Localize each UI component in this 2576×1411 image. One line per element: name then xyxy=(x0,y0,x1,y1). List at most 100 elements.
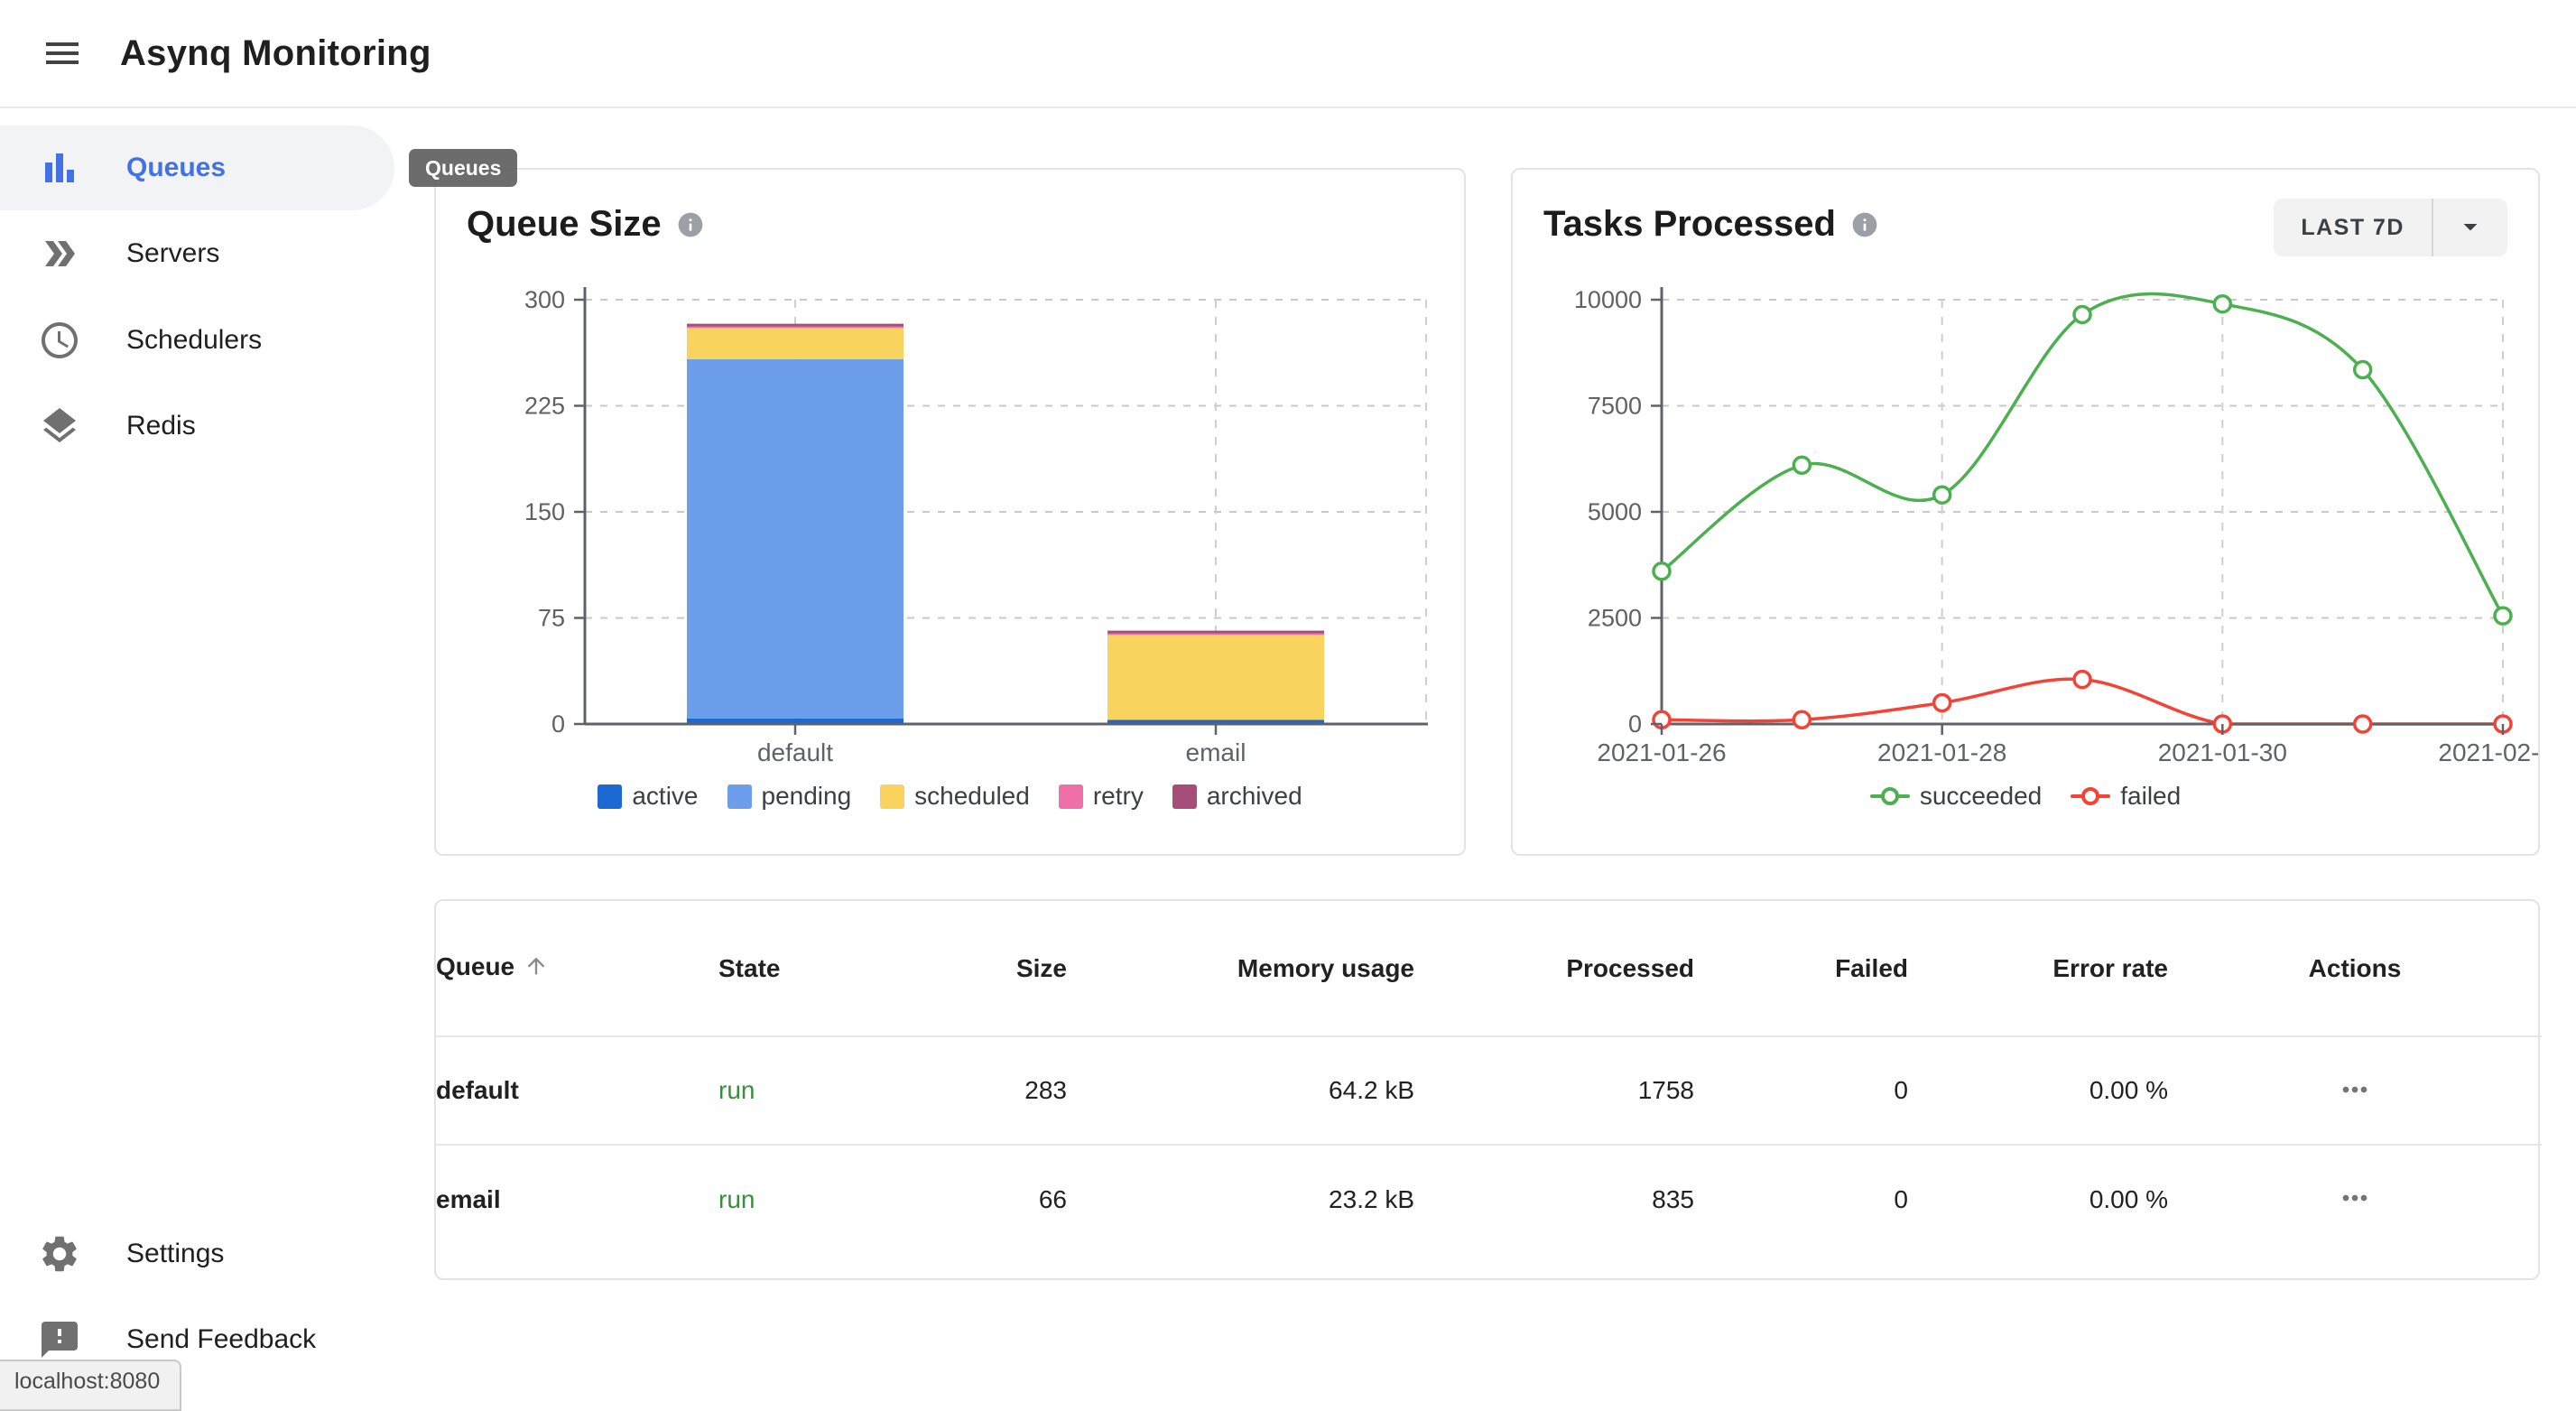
sidebar-item-servers[interactable]: Servers xyxy=(0,211,394,296)
double-arrow-icon xyxy=(38,232,81,275)
legend-label: scheduled xyxy=(914,782,1030,811)
legend-item-retry: retry xyxy=(1059,782,1144,811)
range-dropdown-button[interactable] xyxy=(2433,199,2507,256)
svg-text:150: 150 xyxy=(524,498,565,525)
svg-text:2500: 2500 xyxy=(1588,605,1642,632)
status-bubble: localhost:8080 xyxy=(0,1360,181,1411)
svg-text:7500: 7500 xyxy=(1588,393,1642,420)
app-title: Asynq Monitoring xyxy=(120,33,431,74)
arrow-upward-icon[interactable] xyxy=(524,956,549,984)
queue-size-card: Queue Size default email 0 75 150 225 300 acti… xyxy=(434,168,1466,856)
range-selector: LAST 7D xyxy=(2274,199,2507,256)
svg-text:0: 0 xyxy=(1628,710,1642,738)
tasks-processed-chart: 0250050007500100002021-01-262021-01-2820… xyxy=(1513,170,2538,854)
column-header-memory[interactable]: Memory usage xyxy=(1067,901,1414,1036)
row-actions-button[interactable] xyxy=(2333,1176,2377,1222)
queue-size-title: Queue Size xyxy=(467,204,662,245)
legend-line-swatch xyxy=(1870,786,1910,806)
legend-item-failed: failed xyxy=(2071,782,2181,811)
column-header-queue[interactable]: Queue xyxy=(436,901,718,1036)
failed-value: 0 xyxy=(1694,1036,1908,1145)
legend-label: succeeded xyxy=(1920,782,2042,811)
legend-swatch xyxy=(1172,784,1197,809)
column-header-processed[interactable]: Processed xyxy=(1414,901,1694,1036)
legend-item-active: active xyxy=(598,782,698,811)
error-rate-value: 0.00 % xyxy=(1908,1145,2168,1253)
legend-swatch xyxy=(880,784,904,809)
legend-swatch xyxy=(1059,784,1083,809)
row-actions-button[interactable] xyxy=(2333,1068,2377,1114)
failed-value: 0 xyxy=(1694,1145,1908,1253)
layers-icon xyxy=(38,404,81,448)
svg-text:2021-01-30: 2021-01-30 xyxy=(2158,738,2287,766)
column-header-actions: Actions xyxy=(2168,901,2542,1036)
queue-link[interactable]: default xyxy=(436,1076,519,1104)
legend-label: active xyxy=(632,782,698,811)
legend-line-swatch xyxy=(2071,786,2110,806)
legend-swatch xyxy=(598,784,622,809)
queue-size-chart: default email 0 75 150 225 300 xyxy=(436,170,1464,854)
queue-size-legend: active pending scheduled retry archived xyxy=(436,782,1464,811)
svg-text:75: 75 xyxy=(538,605,565,632)
sidebar-item-redis[interactable]: Redis xyxy=(0,384,394,469)
svg-text:0: 0 xyxy=(551,710,565,738)
legend-item-scheduled: scheduled xyxy=(880,782,1030,811)
info-icon[interactable] xyxy=(676,210,705,239)
legend-label: failed xyxy=(2120,782,2181,811)
sidebar-item-schedulers[interactable]: Schedulers xyxy=(0,298,394,383)
state-badge: run xyxy=(718,1076,755,1104)
svg-text:225: 225 xyxy=(524,393,565,420)
menu-button[interactable] xyxy=(41,32,84,75)
more-horiz-icon xyxy=(2337,1097,2373,1110)
legend-label: retry xyxy=(1093,782,1144,811)
sidebar-item-label: Redis xyxy=(126,411,196,441)
app-bar: Asynq Monitoring xyxy=(0,0,2576,108)
legend-item-archived: archived xyxy=(1172,782,1302,811)
column-header-state[interactable]: State xyxy=(718,901,908,1036)
svg-text:default: default xyxy=(757,738,833,766)
svg-text:2021-01-28: 2021-01-28 xyxy=(1877,738,2006,766)
tasks-processed-card: Tasks Processed LAST 7D 0250050007500100… xyxy=(1511,168,2540,856)
state-badge: run xyxy=(718,1185,755,1213)
svg-text:2021-01-26: 2021-01-26 xyxy=(1597,738,1726,766)
svg-text:2021-02-01: 2021-02-01 xyxy=(2438,738,2538,766)
info-icon[interactable] xyxy=(1850,210,1879,239)
processed-value: 1758 xyxy=(1414,1036,1694,1145)
queues-table: Queue State Size Memory usage Processed … xyxy=(436,901,2542,1253)
range-button[interactable]: LAST 7D xyxy=(2274,199,2432,256)
sidebar-item-label: Schedulers xyxy=(126,325,262,356)
memory-value: 23.2 kB xyxy=(1067,1145,1414,1253)
legend-label: pending xyxy=(762,782,852,811)
gear-icon xyxy=(38,1232,81,1276)
table-row: default run 283 64.2 kB 1758 0 0.00 % xyxy=(436,1036,2542,1145)
queue-link[interactable]: email xyxy=(436,1185,501,1213)
queues-table-card: Queue State Size Memory usage Processed … xyxy=(434,899,2540,1280)
column-header-error-rate[interactable]: Error rate xyxy=(1908,901,2168,1036)
svg-text:300: 300 xyxy=(524,286,565,313)
sidebar-item-label: Send Feedback xyxy=(126,1324,316,1355)
arrow-drop-down-icon xyxy=(2454,210,2487,246)
processed-value: 835 xyxy=(1414,1145,1694,1253)
column-header-size[interactable]: Size xyxy=(908,901,1067,1036)
error-rate-value: 0.00 % xyxy=(1908,1036,2168,1145)
table-header-row: Queue State Size Memory usage Processed … xyxy=(436,901,2542,1036)
sidebar-item-label: Servers xyxy=(126,238,219,269)
clock-icon xyxy=(38,319,81,362)
svg-text:email: email xyxy=(1186,738,1246,766)
size-value: 283 xyxy=(908,1036,1067,1145)
sidebar-item-queues[interactable]: Queues xyxy=(0,125,394,210)
legend-label: archived xyxy=(1207,782,1302,811)
feedback-icon xyxy=(38,1318,81,1361)
sidebar-item-label: Queues xyxy=(126,153,226,183)
size-value: 66 xyxy=(908,1145,1067,1253)
legend-swatch xyxy=(727,784,752,809)
bar-chart-icon xyxy=(38,146,81,190)
legend-item-succeeded: succeeded xyxy=(1870,782,2042,811)
sidebar-item-label: Settings xyxy=(126,1239,224,1269)
column-header-failed[interactable]: Failed xyxy=(1694,901,1908,1036)
svg-text:5000: 5000 xyxy=(1588,498,1642,525)
tasks-processed-title: Tasks Processed xyxy=(1543,204,1836,245)
sidebar-item-settings[interactable]: Settings xyxy=(0,1211,394,1296)
more-horiz-icon xyxy=(2337,1205,2373,1219)
tasks-legend: succeeded failed xyxy=(1513,782,2538,811)
